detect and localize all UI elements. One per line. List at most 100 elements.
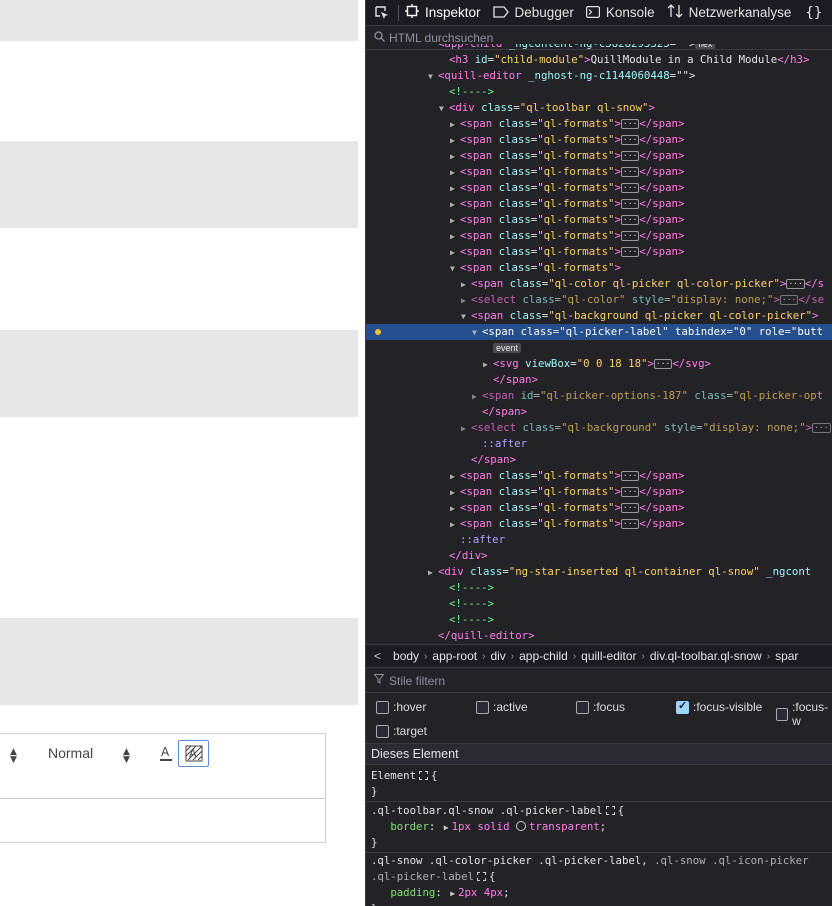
- tree-node[interactable]: </span>: [366, 372, 832, 388]
- tree-node[interactable]: ▶ <select class="ql-background" style="di…: [366, 420, 832, 436]
- expanded-twisty-icon[interactable]: ▼: [472, 325, 482, 341]
- css-property[interactable]: padding: [390, 886, 435, 899]
- tree-node[interactable]: </span>: [366, 404, 832, 420]
- css-value[interactable]: 1px solid: [452, 820, 510, 833]
- checkbox[interactable]: [476, 700, 489, 714]
- ellipsis-icon[interactable]: ···: [620, 487, 640, 497]
- collapsed-twisty-icon[interactable]: ▶: [483, 357, 493, 373]
- tab-style-editor[interactable]: {}: [797, 0, 828, 26]
- checkbox[interactable]: [376, 700, 389, 714]
- tree-node[interactable]: ▶ <span class="ql-formats"> ··· </span>: [366, 148, 832, 164]
- tree-node[interactable]: ▼ <span class="ql-formats">: [366, 260, 832, 276]
- chevron-left-icon[interactable]: <: [366, 649, 389, 663]
- pseudo-target-toggle[interactable]: :target: [376, 724, 427, 738]
- tree-node[interactable]: ▶ <span class="ql-color ql-picker ql-colo…: [366, 276, 832, 292]
- ellipsis-icon[interactable]: ···: [620, 119, 640, 129]
- collapsed-twisty-icon[interactable]: ▶: [461, 293, 471, 309]
- tree-node[interactable]: ▶ <span class="ql-formats"> ··· </span>: [366, 500, 832, 516]
- collapsed-twisty-icon[interactable]: ▶: [450, 245, 460, 261]
- collapsed-twisty-icon[interactable]: ▶: [450, 501, 460, 517]
- pseudo-focus-toggle[interactable]: :focus: [576, 700, 625, 714]
- expand-triangle-icon[interactable]: ▶: [444, 823, 449, 832]
- breadcrumb-item[interactable]: app-root: [428, 649, 481, 663]
- tree-node[interactable]: </quill-editor>: [366, 628, 832, 644]
- pseudo-focus-visible-toggle[interactable]: :focus-visible: [676, 699, 762, 714]
- tree-node[interactable]: ▶ <span class="ql-formats"> ··· </span>: [366, 516, 832, 532]
- tree-node[interactable]: </span>: [366, 452, 832, 468]
- tree-node[interactable]: ▶ <div class="ng-star-inserted ql-contain…: [366, 564, 832, 580]
- background-color-button[interactable]: A: [178, 740, 209, 767]
- breadcrumb-item[interactable]: body: [389, 649, 423, 663]
- color-swatch-icon[interactable]: [515, 821, 526, 831]
- collapsed-twisty-icon[interactable]: ▶: [450, 165, 460, 181]
- tree-node[interactable]: ▶ <svg viewBox="0 0 18 18"> ··· </svg>: [366, 356, 832, 372]
- tree-node[interactable]: ::after: [366, 532, 832, 548]
- pseudo-active-toggle[interactable]: :active: [476, 700, 528, 714]
- ellipsis-icon[interactable]: ···: [620, 151, 640, 161]
- header-picker-label[interactable]: Normal: [48, 745, 93, 761]
- tab-inspector[interactable]: Inspektor: [399, 0, 487, 26]
- ellipsis-icon[interactable]: ···: [812, 423, 831, 433]
- tree-node[interactable]: event: [366, 340, 832, 356]
- pseudo-hover-toggle[interactable]: :hover: [376, 700, 426, 714]
- breadcrumb-item[interactable]: div: [486, 649, 509, 663]
- tree-node[interactable]: <!---->: [366, 596, 832, 612]
- tree-node[interactable]: ▶ <span class="ql-formats"> ··· </span>: [366, 212, 832, 228]
- tree-node[interactable]: ▶ <span class="ql-formats"> ··· </span>: [366, 132, 832, 148]
- expand-triangle-icon[interactable]: ▶: [450, 889, 455, 898]
- collapsed-twisty-icon[interactable]: ▶: [450, 117, 460, 133]
- expanded-twisty-icon[interactable]: ▼: [461, 309, 471, 325]
- breadcrumb-item[interactable]: app-child: [515, 649, 572, 663]
- breadcrumb-item[interactable]: quill-editor: [577, 649, 640, 663]
- ellipsis-icon[interactable]: ···: [779, 295, 799, 305]
- tree-node[interactable]: ▶ <span class="ql-formats"> ··· </span>: [366, 468, 832, 484]
- tree-node[interactable]: <app-child _ngcontent-ng-c3828293323="">…: [366, 44, 832, 52]
- tree-node[interactable]: ▶ <span class="ql-formats"> ··· </span>: [366, 196, 832, 212]
- ellipsis-icon[interactable]: ···: [620, 519, 640, 529]
- tree-node[interactable]: ▶ <span class="ql-formats"> ··· </span>: [366, 244, 832, 260]
- element-picker-button[interactable]: [366, 0, 398, 26]
- ellipsis-icon[interactable]: ···: [620, 231, 640, 241]
- collapsed-twisty-icon[interactable]: ▶: [450, 149, 460, 165]
- tree-node[interactable]: <h3 id="child-module">QuillModule in a C…: [366, 52, 832, 68]
- ellipsis-icon[interactable]: ···: [620, 215, 640, 225]
- node-badge[interactable]: flex: [695, 44, 716, 49]
- text-color-button[interactable]: A: [157, 742, 175, 764]
- checkbox[interactable]: [376, 724, 389, 738]
- collapsed-twisty-icon[interactable]: ▶: [450, 197, 460, 213]
- event-breakpoint-dot[interactable]: [375, 329, 381, 335]
- ellipsis-icon[interactable]: ···: [620, 199, 640, 209]
- tree-node[interactable]: ▼ <span class="ql-picker-label" tabindex=…: [366, 324, 832, 340]
- ellipsis-icon[interactable]: ···: [620, 503, 640, 513]
- css-value[interactable]: transparent: [529, 820, 600, 833]
- ellipsis-icon[interactable]: ···: [620, 167, 640, 177]
- collapsed-twisty-icon[interactable]: ▶: [450, 229, 460, 245]
- tree-node[interactable]: <!---->: [366, 612, 832, 628]
- tree-node[interactable]: ::after: [366, 436, 832, 452]
- grid-icon[interactable]: [605, 806, 615, 815]
- checkbox-checked[interactable]: [676, 699, 689, 714]
- checkbox[interactable]: [776, 707, 789, 721]
- tab-debugger[interactable]: Debugger: [487, 0, 580, 26]
- ellipsis-icon[interactable]: ···: [653, 359, 673, 369]
- tree-node[interactable]: <!---->: [366, 84, 832, 100]
- tree-node[interactable]: ▼ <div class="ql-toolbar ql-snow">: [366, 100, 832, 116]
- ellipsis-icon[interactable]: ···: [620, 247, 640, 257]
- tree-node[interactable]: ▶ <span id="ql-picker-options-187" class=…: [366, 388, 832, 404]
- collapsed-twisty-icon[interactable]: ▶: [450, 213, 460, 229]
- style-filter-input[interactable]: Stile filtern: [366, 669, 832, 693]
- tree-node[interactable]: ▶ <span class="ql-formats"> ··· </span>: [366, 484, 832, 500]
- collapsed-twisty-icon[interactable]: ▶: [450, 133, 460, 149]
- expanded-twisty-icon[interactable]: ▼: [450, 261, 460, 277]
- collapsed-twisty-icon[interactable]: ▶: [461, 421, 471, 437]
- collapsed-twisty-icon[interactable]: ▶: [461, 277, 471, 293]
- css-value[interactable]: 2px 4px: [458, 886, 503, 899]
- quill-editor-content[interactable]: [0, 798, 326, 843]
- breadcrumb-item[interactable]: div.ql-toolbar.ql-snow: [646, 649, 766, 663]
- tab-network[interactable]: Netzwerkanalyse: [661, 0, 798, 26]
- expanded-twisty-icon[interactable]: ▼: [439, 101, 449, 117]
- ellipsis-icon[interactable]: ···: [786, 279, 805, 289]
- collapsed-twisty-icon[interactable]: ▶: [450, 181, 460, 197]
- tree-node[interactable]: ▶ <select class="ql-color" style="display…: [366, 292, 832, 308]
- ellipsis-icon[interactable]: ···: [620, 135, 640, 145]
